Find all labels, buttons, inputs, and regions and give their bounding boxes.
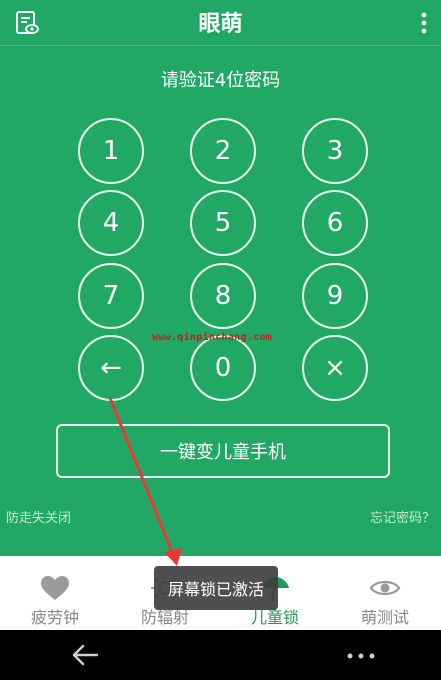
eye-icon xyxy=(369,580,401,596)
keypad-key-0[interactable]: 0 xyxy=(190,335,256,401)
tab-cute-test[interactable]: 萌测试 xyxy=(330,556,440,630)
child-mode-button[interactable]: 一键变儿童手机 xyxy=(56,424,390,478)
toast-message: 屏幕锁已激活 xyxy=(154,566,278,610)
app-header: 眼萌 xyxy=(0,0,441,46)
keypad-backspace-key[interactable]: ← xyxy=(78,335,144,401)
keypad-key-1[interactable]: 1 xyxy=(78,118,144,184)
heart-icon xyxy=(41,576,69,600)
password-prompt: 请验证4位密码 xyxy=(160,70,281,91)
more-horizontal-icon[interactable] xyxy=(346,651,376,661)
back-arrow-icon[interactable] xyxy=(70,642,100,668)
keypad-key-8[interactable]: 8 xyxy=(190,263,256,329)
watermark-text: www.qinpinchang.com xyxy=(152,332,273,343)
app-screen: 眼萌 请验证4位密码 1 2 3 4 5 6 7 8 9 ← 0 × www.q… xyxy=(0,0,441,630)
keypad-clear-key[interactable]: × xyxy=(302,335,368,401)
anti-lost-close-link[interactable]: 防走失关闭 xyxy=(6,507,71,526)
keypad-key-9[interactable]: 9 xyxy=(302,263,368,329)
keypad-key-5[interactable]: 5 xyxy=(190,190,256,256)
keypad-key-6[interactable]: 6 xyxy=(302,190,368,256)
forgot-password-link[interactable]: 忘记密码？ xyxy=(370,507,435,526)
keypad-key-2[interactable]: 2 xyxy=(190,118,256,184)
tab-label: 萌测试 xyxy=(360,608,409,627)
keypad-key-7[interactable]: 7 xyxy=(78,263,144,329)
tab-fatigue-clock[interactable]: 疲劳钟 xyxy=(0,556,110,630)
tab-label: 疲劳钟 xyxy=(30,608,79,627)
system-navigation-bar xyxy=(0,630,441,680)
app-title: 眼萌 xyxy=(198,12,243,37)
keypad-key-3[interactable]: 3 xyxy=(302,118,368,184)
keypad-key-4[interactable]: 4 xyxy=(78,190,144,256)
more-vertical-icon[interactable] xyxy=(419,10,429,36)
